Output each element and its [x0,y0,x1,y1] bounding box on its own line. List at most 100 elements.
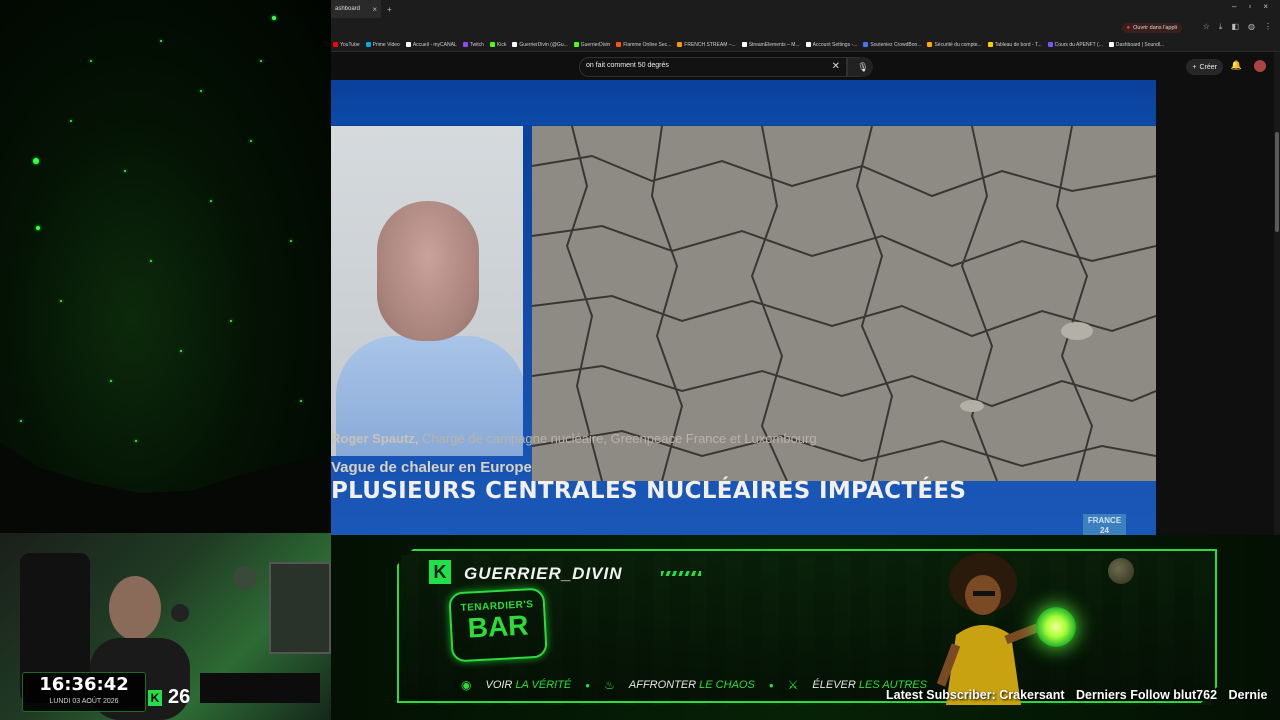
open-in-app-button[interactable]: ● Ouvrir dans l'appli [1121,23,1182,33]
bookmark-label: GuerrierDivin [580,41,611,48]
bookmark-item[interactable]: Account Settings -... [805,41,858,48]
profile-icon[interactable]: ◍ [1248,22,1255,32]
bookmark-item[interactable]: Kick [489,42,506,48]
separator-dot: ● [585,680,591,690]
search-input[interactable]: on fait comment 50 degrés ✕ [579,57,847,77]
youtube-app-icon: ● [1126,25,1131,31]
microphone-icon: 🎙 [857,61,869,72]
window-controls: – ▫ × [1232,2,1268,11]
close-window-icon[interactable]: × [1263,2,1268,11]
notifications-bell-icon[interactable]: 🔔 [1231,60,1242,71]
avatar[interactable] [1254,60,1266,72]
menu-icon[interactable]: ⋮ [1264,22,1272,32]
interviewee-video [331,126,523,456]
maximize-icon[interactable]: ▫ [1248,2,1251,11]
bookmark-favicon-icon [489,42,495,47]
starfield-panel [0,0,331,533]
bookmark-label: Flamme Online Sec... [623,41,672,48]
tab-dashboard[interactable]: ashboard × [331,0,381,18]
bookmark-item[interactable]: StreamElements – M... [741,41,800,48]
tenardiers-bar-sign: TENARDIER'S BAR [448,587,548,663]
bookmark-label: Souteniez CrowdBon... [870,41,922,48]
clock-widget: 16:36:42 LUNDI 03 AOÛT 2026 [22,672,146,712]
bookmark-favicon-icon [616,42,622,47]
bookmark-item[interactable]: Accueil - myCANAL [405,42,457,48]
drought-footage [532,126,1156,481]
search-query: on fait comment 50 degrés [586,62,669,69]
bookmark-favicon-icon [462,42,468,47]
toolbar-icons: ☆ ⤓ ◧ ◍ ⋮ [1203,22,1272,32]
bookmark-favicon-icon [677,42,683,47]
bookmark-label: Prime Video [372,41,400,48]
bookmark-label: FRENCH STREAM –... [684,41,736,48]
bookmark-favicon-icon [1047,42,1053,47]
page-scrollbar[interactable] [1274,52,1280,535]
voice-search-button[interactable]: 🎙 [853,57,873,77]
browser-toolbar: ● Ouvrir dans l'appli ☆ ⤓ ◧ ◍ ⋮ [331,18,1280,38]
stream-screen: 16:36:42 LUNDI 03 AOÛT 2026 K 26 ashboar… [0,0,1280,720]
bookmark-item[interactable]: GuerrierDivin (@Gu... [512,42,568,48]
bookmark-item[interactable]: Tableau de bord - T... [987,42,1042,48]
ticker-trailing: Dernie [1228,688,1268,702]
interviewee-role: Chargé de campagne nucléaire, Greenpeace… [418,431,817,446]
bookmark-item[interactable]: YouTube [333,42,360,48]
moon-graphic [1108,558,1134,584]
tagline-2: AFFRONTER LE CHAOS [628,679,755,691]
create-button[interactable]: + Créer [1186,59,1223,75]
video-top-band [331,80,1156,125]
bookmark-item[interactable]: Flamme Online Sec... [616,42,671,48]
latest-subscriber: Latest Subscriber: Crakersant [886,688,1065,702]
kick-viewer-count: K 26 [148,686,190,709]
bookmark-item[interactable]: Cours du APENFT (... [1047,41,1103,48]
separator-dot: ● [768,680,774,690]
download-icon[interactable]: ⤓ [1219,22,1223,32]
bookmark-favicon-icon [1108,42,1114,47]
bar-sign-main: BAR [466,609,530,644]
clock-time: 16:36:42 [39,674,129,695]
bookmark-item[interactable]: Dashboard | Soundl... [1108,41,1165,48]
bookmarks-bar: YouTube Prime Video Accueil - myCANAL Twitc… [331,38,1280,52]
open-app-label: Ouvrir dans l'appli [1133,25,1177,31]
bookmark-label: Account Settings -... [812,41,858,48]
extensions-icon[interactable]: ◧ [1231,22,1239,32]
viewer-count: 26 [168,686,191,708]
bookmark-favicon-icon [863,42,869,47]
bookmark-label: Dashboard | Soundl... [1115,41,1165,48]
bookmark-label: StreamElements – M... [748,41,800,48]
tab-close-icon[interactable]: × [372,5,377,14]
bookmark-favicon-icon [741,42,747,47]
clock-date: LUNDI 03 AOÛT 2026 [49,698,119,705]
bookmark-favicon-icon [987,42,993,47]
scrollbar-thumb[interactable] [1275,132,1279,232]
energy-ball-graphic [1036,607,1076,647]
kick-logo-icon: K [148,689,162,706]
clear-search-icon[interactable]: ✕ [832,61,840,72]
bookmark-item[interactable]: Souteniez CrowdBon... [863,42,921,48]
bookmark-label: Twitch [469,41,484,48]
bookmark-favicon-icon [805,42,811,47]
sword-icon: ⚔ [787,678,799,692]
plus-icon: + [1192,63,1197,71]
tagline-1: VOIR LA VÉRITÉ [485,679,572,691]
video-player[interactable]: Roger Spautz, Chargé de campagne nucléai… [331,80,1156,535]
bookmark-item[interactable]: Twitch [462,41,484,48]
star-icon[interactable]: ☆ [1203,22,1210,32]
bookmark-item[interactable]: Sécurité du compte... [927,41,982,48]
bookmark-item[interactable]: FRENCH STREAM –... [677,41,736,48]
eye-icon: ◉ [461,678,472,692]
browser-window: ashboard × + – ▫ × ● Ouvrir dans l'appli… [331,0,1280,535]
bookmark-label: Cours du APENFT (... [1054,41,1103,48]
bookmark-label: Sécurité du compte... [934,41,982,48]
bookmark-item[interactable]: Prime Video [365,41,400,48]
bookmark-label: YouTube [340,41,360,48]
bookmark-favicon-icon [333,42,338,47]
bookmark-favicon-icon [512,42,518,47]
new-tab-icon[interactable]: + [387,5,392,14]
news-headline: PLUSIEURS CENTRALES NUCLÉAIRES IMPACTÉES [331,478,967,504]
minimize-icon[interactable]: – [1232,2,1236,11]
tab-title: ashboard [335,6,361,12]
bookmark-item[interactable]: GuerrierDivin [573,41,611,48]
create-label: Créer [1199,63,1217,71]
interviewee-caption: Roger Spautz, Chargé de campagne nucléai… [331,431,1156,446]
latest-follow: Derniers Follow blut762 [1076,688,1218,702]
